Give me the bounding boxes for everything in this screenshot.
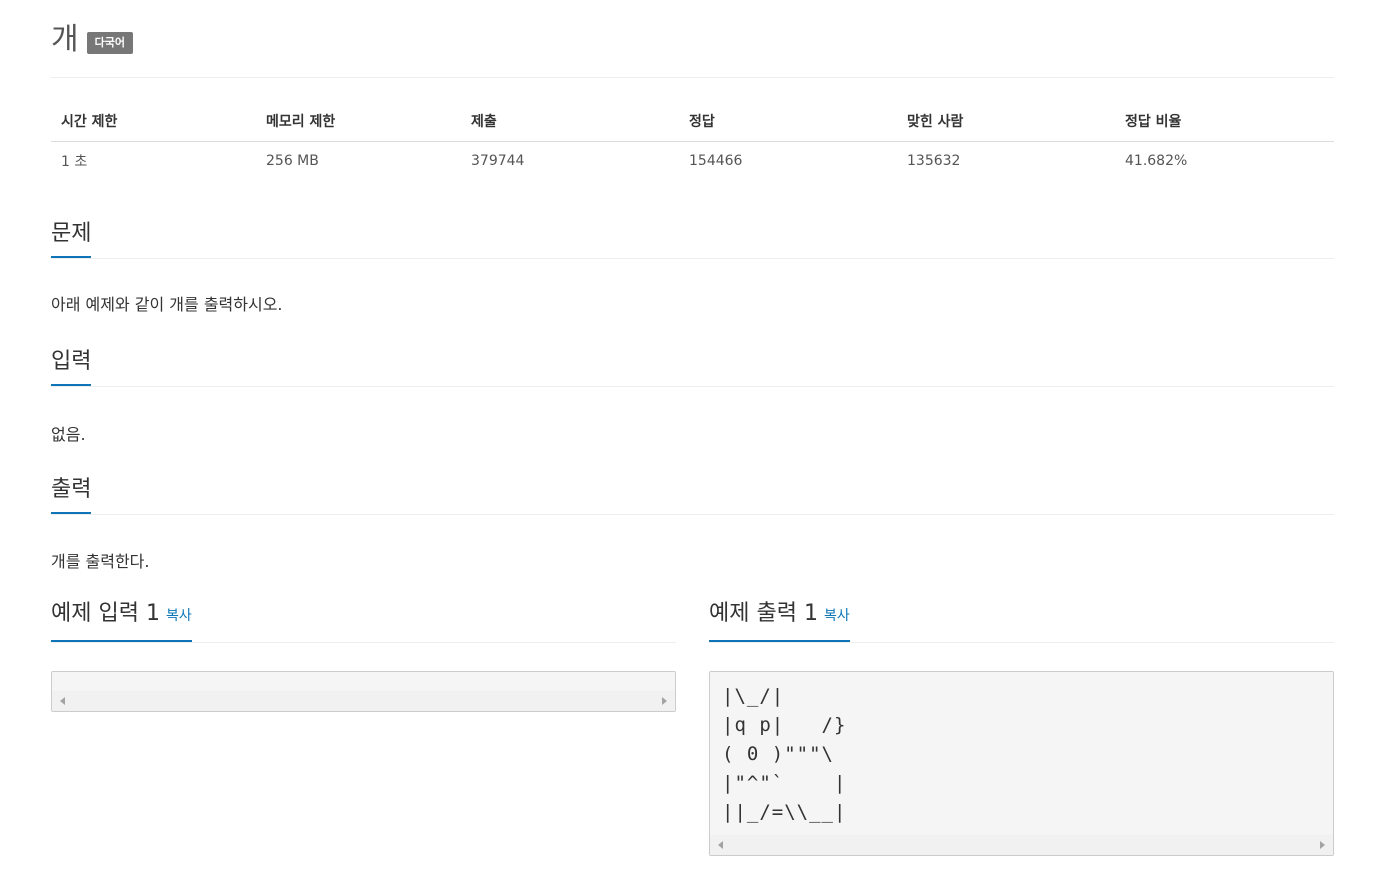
sample-output-content: |\_/| |q p| /} ( 0 )"""\ |"^"` | ||_/=\\… [722,685,847,823]
sample-output-box[interactable]: |\_/| |q p| /} ( 0 )"""\ |"^"` | ||_/=\\… [709,671,1334,856]
sample-output-title: 예제 출력 1 [709,601,818,626]
info-value-row: 1 초 256 MB 379744 154466 135632 41.682% [51,142,1334,181]
multilang-badge[interactable]: 다국어 [86,32,133,54]
section-header: 문제 [51,218,1334,259]
output-description: 개를 출력한다. [51,552,150,571]
header-solved-users: 맞힌 사람 [897,101,1115,142]
sample-input-section: 예제 입력 1 복사 [51,598,676,643]
section-title: 입력 [51,346,92,386]
section-title: 예제 입력 1 복사 [51,598,192,642]
sample-input-content [52,672,675,682]
value-accept-ratio: 41.682% [1125,153,1188,169]
horizontal-scrollbar[interactable] [52,691,675,711]
problem-section: 문제 아래 예제와 같이 개를 출력하시오. [51,218,1334,315]
section-title: 예제 출력 1 복사 [709,598,850,642]
output-section: 출력 개를 출력한다. [51,474,1334,572]
scroll-right-arrow-icon[interactable] [1320,841,1325,849]
scroll-right-arrow-icon[interactable] [662,697,667,705]
horizontal-scrollbar[interactable] [710,835,1333,855]
problem-info-table: 시간 제한 메모리 제한 제출 정답 맞힌 사람 정답 비율 1 초 256 M… [51,101,1334,180]
title-row: 개 다국어 [51,18,133,62]
header-time-limit: 시간 제한 [51,101,256,142]
sample-input-box[interactable] [51,671,676,712]
header-accepted: 정답 [679,101,897,142]
value-time-limit: 1 초 [61,154,88,170]
header-memory-limit: 메모리 제한 [256,101,461,142]
title-divider [51,77,1334,78]
section-header: 입력 [51,346,1334,387]
value-submissions: 379744 [471,153,525,169]
section-header: 예제 출력 1 복사 [709,598,1334,643]
value-accepted: 154466 [689,153,743,169]
header-submissions: 제출 [461,101,679,142]
section-header: 출력 [51,474,1334,515]
header-accept-ratio: 정답 비율 [1115,101,1334,142]
problem-description: 아래 예제와 같이 개를 출력하시오. [51,295,283,314]
sample-input-title: 예제 입력 1 [51,601,160,626]
copy-sample-output-button[interactable]: 복사 [824,608,850,624]
value-solved-users: 135632 [907,153,961,169]
section-title: 출력 [51,474,92,514]
input-section: 입력 없음. [51,346,1334,445]
info-header-row: 시간 제한 메모리 제한 제출 정답 맞힌 사람 정답 비율 [51,101,1334,142]
scroll-left-arrow-icon[interactable] [60,697,65,705]
copy-sample-input-button[interactable]: 복사 [166,608,192,624]
sample-output-section: 예제 출력 1 복사 [709,598,1334,643]
section-header: 예제 입력 1 복사 [51,598,676,643]
problem-title: 개 [51,22,79,57]
scroll-left-arrow-icon[interactable] [718,841,723,849]
value-memory-limit: 256 MB [266,153,319,169]
input-description: 없음. [51,425,86,444]
section-title: 문제 [51,218,92,258]
